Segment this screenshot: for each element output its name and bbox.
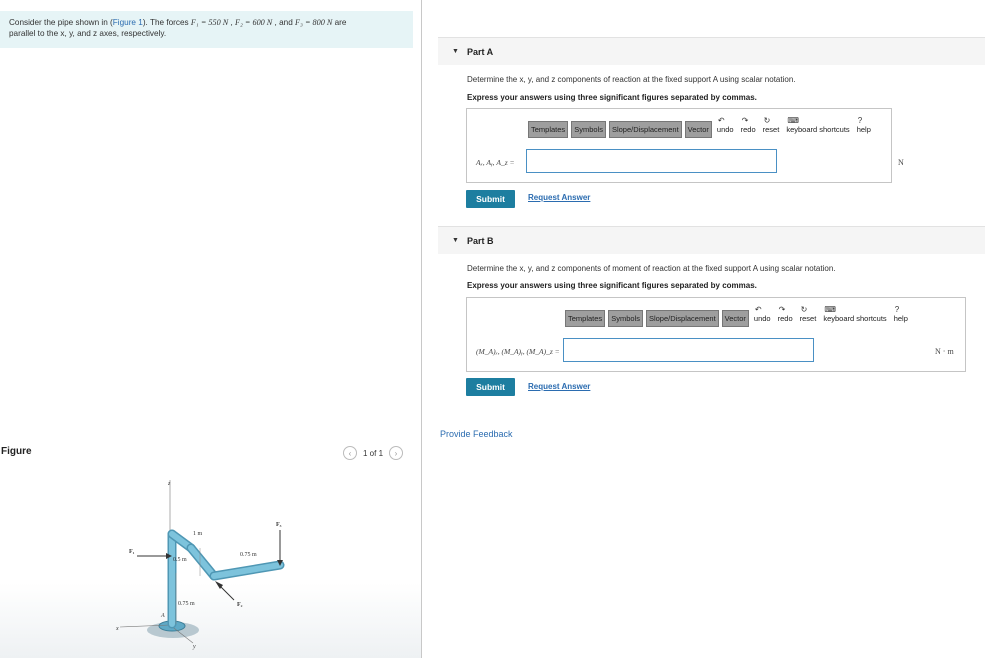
- part-a-title: Part A: [466, 46, 494, 57]
- problem-line-1: Consider the pipe shown in (Figure 1). T…: [9, 17, 404, 28]
- pager-text: 1 of 1: [363, 448, 384, 458]
- templates-button[interactable]: Templates: [565, 310, 606, 327]
- part-a-header[interactable]: ▼ Part A: [438, 37, 985, 65]
- part-a-answer-box: Templates Symbols Slope/Displacement Vec…: [466, 108, 904, 183]
- part-a-toolbar: Templates Symbols Slope/Displacement Vec…: [528, 116, 873, 138]
- label-y: y: [192, 644, 196, 650]
- reset-button[interactable]: ↻ reset: [761, 116, 782, 134]
- keyboard-icon: ⌨: [824, 305, 836, 314]
- label-f3: F₃: [276, 522, 282, 528]
- part-b-unit: N · m: [935, 347, 954, 356]
- problem-text: are: [332, 18, 347, 27]
- part-a-submit-button[interactable]: Submit: [466, 190, 515, 208]
- reset-icon: ↻: [763, 116, 771, 125]
- undo-label: undo: [753, 314, 771, 323]
- symbols-button[interactable]: Symbols: [608, 310, 643, 327]
- undo-button[interactable]: ↶ undo: [752, 305, 773, 323]
- redo-icon: ↷: [741, 116, 749, 125]
- help-button[interactable]: ? help: [855, 116, 873, 134]
- symbols-button[interactable]: Symbols: [571, 121, 606, 138]
- slope-displacement-button[interactable]: Slope/Displacement: [645, 310, 719, 327]
- undo-button[interactable]: ↶ undo: [715, 116, 736, 134]
- keyboard-shortcuts-button[interactable]: ⌨ keyboard shortcuts: [784, 116, 851, 134]
- chevron-left-icon[interactable]: ‹: [343, 446, 357, 460]
- collapse-triangle-icon[interactable]: ▼: [452, 237, 459, 244]
- part-a-request-answer-link[interactable]: Request Answer: [528, 193, 590, 202]
- label-a: A: [160, 613, 165, 619]
- dim-075m-top: 0.75 m: [240, 552, 257, 558]
- problem-panel: Consider the pipe shown in (Figure 1). T…: [0, 0, 422, 658]
- redo-button[interactable]: ↷ redo: [776, 305, 795, 323]
- collapse-triangle-icon[interactable]: ▼: [452, 48, 459, 55]
- problem-text: ). The forces: [142, 18, 191, 27]
- keyboard-icon: ⌨: [787, 116, 799, 125]
- figure-pager: ‹ 1 of 1 ›: [343, 446, 404, 460]
- shortcuts-label: keyboard shortcuts: [823, 314, 887, 323]
- part-a-unit: N: [898, 158, 904, 167]
- figure-heading: Figure: [1, 446, 32, 457]
- problem-statement: Consider the pipe shown in (Figure 1). T…: [0, 11, 413, 48]
- parts-panel: ▼ Part A Determine the x, y, and z compo…: [422, 0, 985, 658]
- pipe-figure: z x y A F₁ F₂ F₃ 1 m 0.5 m 0.75 m 0.75 m: [115, 480, 285, 650]
- part-b-instruction: Express your answers using three signifi…: [467, 281, 757, 290]
- templates-button[interactable]: Templates: [528, 121, 569, 138]
- label-f1: F₁: [129, 549, 135, 555]
- label-x: x: [115, 626, 119, 632]
- slope-displacement-button[interactable]: Slope/Displacement: [608, 121, 682, 138]
- problem-text: Consider the pipe shown in (: [9, 18, 113, 27]
- help-button[interactable]: ? help: [892, 305, 910, 323]
- problem-text: , and: [272, 18, 296, 27]
- problem-text: ,: [228, 18, 236, 27]
- chevron-right-icon[interactable]: ›: [389, 446, 404, 460]
- part-a-answer-input[interactable]: [526, 149, 777, 173]
- part-b-submit-button[interactable]: Submit: [466, 378, 515, 396]
- reset-button[interactable]: ↻ reset: [798, 305, 819, 323]
- redo-label: redo: [777, 314, 793, 323]
- undo-icon: ↶: [717, 116, 725, 125]
- part-b-answer-input[interactable]: [563, 338, 814, 362]
- undo-label: undo: [716, 125, 734, 134]
- undo-icon: ↶: [754, 305, 762, 314]
- pipe-segment-diag-highlight: [188, 545, 217, 579]
- help-label: help: [856, 125, 871, 134]
- provide-feedback-link[interactable]: Provide Feedback: [440, 429, 513, 439]
- shortcuts-label: keyboard shortcuts: [786, 125, 850, 134]
- problem-line-2: parallel to the x, y, and z axes, respec…: [9, 29, 167, 38]
- redo-icon: ↷: [778, 305, 786, 314]
- label-f2: F₂: [237, 602, 243, 608]
- figure-image: z x y A F₁ F₂ F₃ 1 m 0.5 m 0.75 m 0.75 m: [0, 470, 422, 658]
- keyboard-shortcuts-button[interactable]: ⌨ keyboard shortcuts: [821, 305, 888, 323]
- vector-button[interactable]: Vector: [721, 310, 749, 327]
- part-b-header[interactable]: ▼ Part B: [438, 226, 985, 254]
- page: Consider the pipe shown in (Figure 1). T…: [0, 0, 985, 658]
- dim-075m-bottom: 0.75 m: [178, 601, 195, 607]
- part-b-toolbar: Templates Symbols Slope/Displacement Vec…: [565, 305, 910, 327]
- force-f3: F₃ = 800 N: [295, 18, 333, 27]
- dim-1m: 1 m: [193, 531, 203, 537]
- part-b-answer-box: Templates Symbols Slope/Displacement Vec…: [466, 297, 966, 372]
- part-a-lhs: Aₓ, Aᵧ, A_z =: [476, 158, 515, 167]
- help-icon: ?: [894, 305, 900, 314]
- figure-link[interactable]: Figure 1: [113, 18, 143, 27]
- dim-05m: 0.5 m: [173, 557, 187, 563]
- vector-button[interactable]: Vector: [684, 121, 712, 138]
- redo-button[interactable]: ↷ redo: [739, 116, 758, 134]
- part-a-instruction: Express your answers using three signifi…: [467, 93, 757, 102]
- part-b-request-answer-link[interactable]: Request Answer: [528, 382, 590, 391]
- reset-label: reset: [799, 314, 817, 323]
- reset-label: reset: [762, 125, 780, 134]
- reset-icon: ↻: [800, 305, 808, 314]
- part-b-title: Part B: [466, 235, 494, 246]
- part-b-lhs: (M_A)ₓ, (M_A)ᵧ, (M_A)_z =: [476, 347, 560, 356]
- help-label: help: [893, 314, 908, 323]
- force-f1: F₁ = 550 N: [190, 18, 229, 27]
- help-icon: ?: [857, 116, 863, 125]
- part-b-question: Determine the x, y, and z components of …: [467, 264, 836, 273]
- redo-label: redo: [740, 125, 756, 134]
- force-f2: F₂ = 600 N: [235, 18, 273, 27]
- part-a-question: Determine the x, y, and z components of …: [467, 75, 796, 84]
- label-z: z: [167, 481, 171, 487]
